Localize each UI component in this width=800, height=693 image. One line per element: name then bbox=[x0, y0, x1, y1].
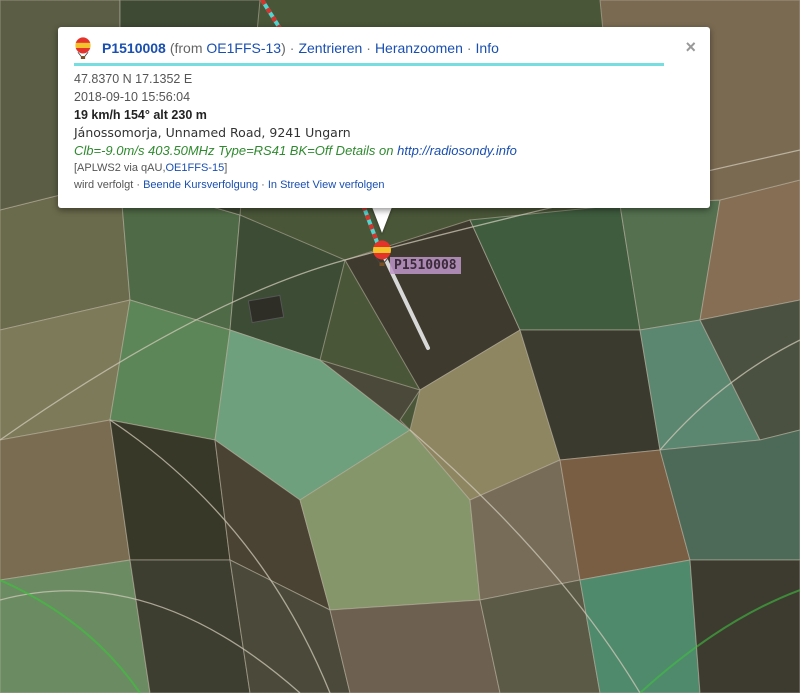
balloon-icon bbox=[75, 37, 91, 59]
tracking-status: wird verfolgt bbox=[74, 179, 134, 191]
path-station-link[interactable]: OE1FFS-15 bbox=[166, 162, 225, 174]
tracking-row: wird verfolgt · Beende Kursverfolgung · … bbox=[74, 179, 385, 191]
close-icon[interactable]: × bbox=[685, 37, 696, 58]
popup-tail bbox=[372, 207, 392, 233]
from-prefix: (from bbox=[169, 40, 207, 56]
comment-text: Clb=-9.0m/s 403.50MHz Type=RS41 BK=Off D… bbox=[74, 143, 398, 158]
street-view-link[interactable]: In Street View verfolgen bbox=[268, 179, 385, 191]
radiosondy-link[interactable]: http://radiosondy.info bbox=[397, 143, 517, 158]
balloon-marker[interactable] bbox=[372, 240, 392, 271]
callsign-link[interactable]: P1510008 bbox=[102, 40, 166, 56]
from-station-link[interactable]: OE1FFS-13 bbox=[206, 40, 281, 56]
packet-path: [APLWS2 via qAU,OE1FFS-15] bbox=[74, 160, 710, 177]
balloon-icon bbox=[373, 240, 391, 266]
from-station: (from OE1FFS-13) bbox=[170, 40, 286, 56]
popup-divider bbox=[74, 63, 664, 66]
speed-altitude: 19 km/h 154° alt 230 m bbox=[74, 108, 207, 122]
info-link[interactable]: Info bbox=[476, 40, 499, 56]
info-popup: × P1510008 (from OE1FFS-13) · Zentrieren… bbox=[58, 27, 710, 208]
comment: Clb=-9.0m/s 403.50MHz Type=RS41 BK=Off D… bbox=[74, 142, 710, 160]
timestamp: 2018-09-10 15:56:04 bbox=[74, 90, 191, 104]
path-suffix: ] bbox=[224, 162, 228, 174]
from-suffix: ) bbox=[281, 40, 286, 56]
marker-label[interactable]: P1510008 bbox=[390, 257, 461, 274]
zoom-in-link[interactable]: Heranzoomen bbox=[375, 40, 463, 56]
address: Jánossomorja, Unnamed Road, 9241 Ungarn bbox=[74, 125, 351, 140]
path-prefix: [APLWS2 via qAU, bbox=[74, 162, 166, 174]
stop-tracking-link[interactable]: Beende Kursverfolgung bbox=[143, 179, 258, 191]
popup-header: P1510008 (from OE1FFS-13) · Zentrieren ·… bbox=[74, 37, 710, 59]
coordinates: 47.8370 N 17.1352 E bbox=[74, 72, 193, 86]
center-link[interactable]: Zentrieren bbox=[298, 40, 362, 56]
